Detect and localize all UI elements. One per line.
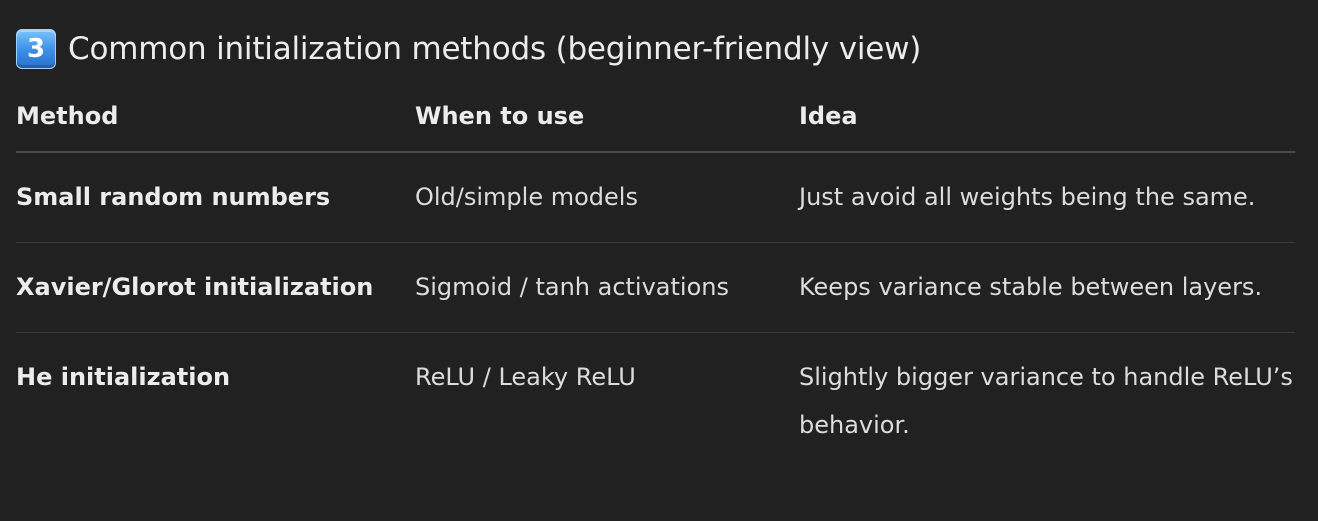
keycap-3-icon: 3 — [16, 29, 56, 69]
method-cell: He initialization — [16, 363, 231, 391]
column-header-method: Method — [16, 92, 415, 153]
method-cell: Small random numbers — [16, 152, 415, 243]
table-row: He initialization ReLU / Leaky ReLU Slig… — [16, 333, 1295, 471]
methods-table: Method When to use Idea Small random num… — [16, 92, 1295, 470]
idea-cell: Slightly bigger variance to handle ReLU’… — [799, 363, 1293, 439]
idea-cell: Keeps variance stable between layers. — [799, 242, 1295, 333]
table-row: Xavier/Glorot initialization Sigmoid / t… — [16, 242, 1295, 333]
method-cell: Xavier/Glorot initialization — [16, 242, 415, 333]
when-to-use-cell: Old/simple models — [415, 152, 799, 243]
when-to-use-cell: Sigmoid / tanh activations — [415, 242, 799, 333]
table-row: Small random numbers Old/simple models J… — [16, 152, 1295, 243]
column-header-when-to-use: When to use — [415, 92, 799, 153]
table-header-row: Method When to use Idea — [16, 92, 1295, 153]
section-heading: 3 Common initialization methods (beginne… — [16, 27, 921, 71]
column-header-idea: Idea — [799, 92, 1295, 153]
section-title: Common initialization methods (beginner-… — [68, 31, 922, 67]
idea-cell: Just avoid all weights being the same. — [799, 152, 1295, 243]
when-to-use-cell: ReLU / Leaky ReLU — [415, 363, 636, 391]
